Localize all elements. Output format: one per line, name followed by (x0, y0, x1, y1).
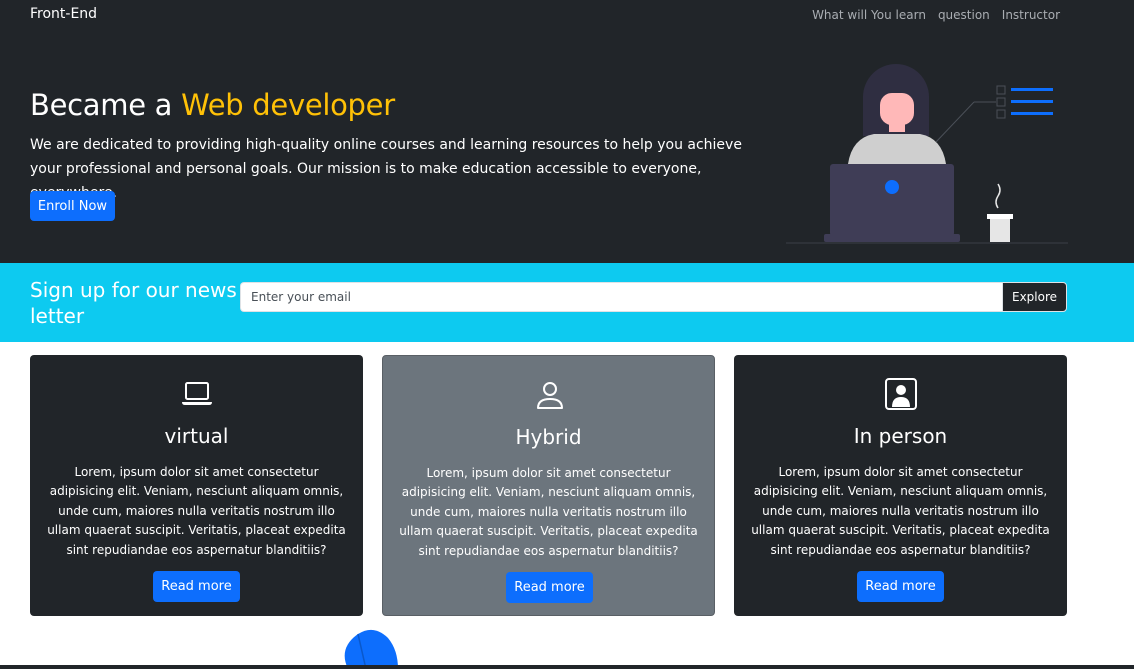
read-more-button[interactable]: Read more (506, 572, 593, 603)
card-text: Lorem, ipsum dolor sit amet consectetur … (399, 466, 698, 558)
hero-title: Became a Web developer (30, 88, 395, 122)
read-more-button[interactable]: Read more (857, 571, 944, 602)
brand-logo[interactable]: Front-End (30, 6, 97, 22)
laptop-icon (182, 382, 212, 405)
card-title: virtual (164, 424, 229, 448)
person-with-laptop-illustration (786, 64, 1068, 244)
card-text: Lorem, ipsum dolor sit amet consectetur … (47, 465, 346, 557)
leaf-graphic (344, 629, 398, 669)
hero-title-accent: Web developer (181, 88, 395, 122)
email-input[interactable] (240, 282, 1003, 312)
hero-description: We are dedicated to providing high-quali… (30, 137, 742, 201)
card-hybrid: Hybrid Lorem, ipsum dolor sit amet conse… (382, 355, 715, 616)
nav-link-instructor[interactable]: Instructor (1002, 8, 1060, 22)
person-square-icon (885, 378, 917, 410)
read-more-button[interactable]: Read more (153, 571, 240, 602)
card-text: Lorem, ipsum dolor sit amet consectetur … (751, 465, 1050, 557)
nav-link-what-you-learn[interactable]: What will You learn (812, 8, 926, 22)
person-icon (537, 382, 563, 409)
newsletter-title: Sign up for our news letter (30, 278, 237, 328)
nav-links: What will You learn question Instructor (812, 8, 1060, 22)
hero-section: Became a Web developer We are dedicated … (0, 32, 1134, 263)
explore-button[interactable]: Explore (1002, 282, 1067, 312)
nav-link-question[interactable]: question (938, 8, 990, 22)
card-in-person: In person Lorem, ipsum dolor sit amet co… (734, 355, 1067, 616)
card-title: Hybrid (515, 425, 582, 449)
card-virtual: virtual Lorem, ipsum dolor sit amet cons… (30, 355, 363, 616)
navbar: Front-End What will You learn question I… (0, 0, 1134, 32)
newsletter-section: Sign up for our news letter Explore (0, 263, 1134, 342)
footer-divider (0, 665, 1134, 669)
card-title: In person (853, 424, 948, 448)
enroll-now-button[interactable]: Enroll Now (30, 191, 115, 221)
hero-title-plain: Became a (30, 88, 182, 122)
